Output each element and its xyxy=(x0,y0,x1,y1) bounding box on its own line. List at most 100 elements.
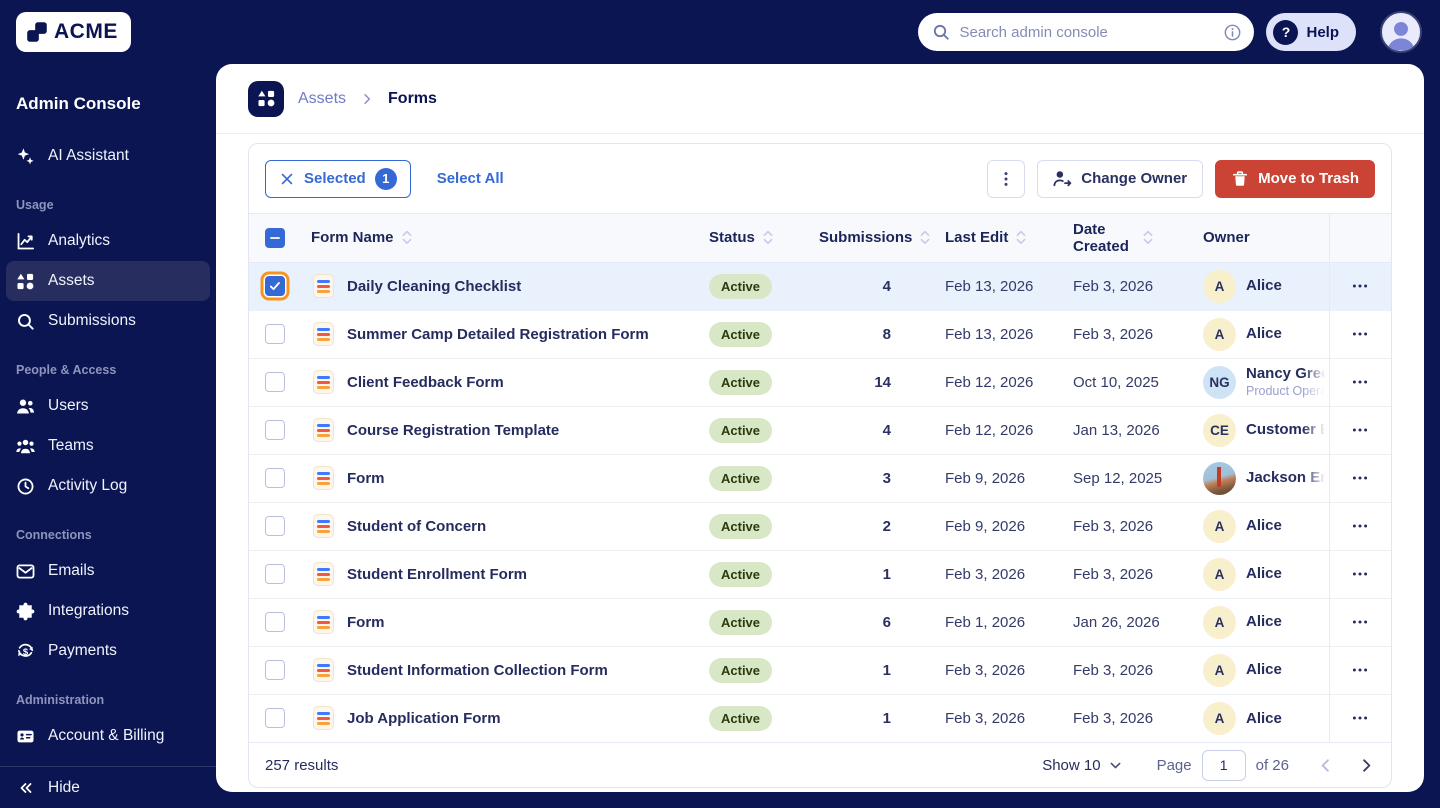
column-header-form-name[interactable]: Form Name xyxy=(311,214,709,263)
row-actions-button[interactable] xyxy=(1346,320,1374,348)
table-row[interactable]: Course Registration Template Active 4 Fe… xyxy=(249,405,1391,454)
row-checkbox[interactable] xyxy=(265,468,285,488)
form-name-link[interactable]: Student Enrollment Form xyxy=(347,566,527,583)
table-row[interactable]: Student of Concern Active 2 Feb 9, 2026 … xyxy=(249,501,1391,550)
previous-page-button[interactable] xyxy=(1317,757,1334,774)
checkbox-cell xyxy=(249,262,311,310)
row-checkbox[interactable] xyxy=(265,612,285,632)
form-name-link[interactable]: Job Application Form xyxy=(347,710,501,727)
table-row[interactable]: Form Active 6 Feb 1, 2026 Jan 26, 2026 A… xyxy=(249,597,1391,646)
form-name-link[interactable]: Summer Camp Detailed Registration Form xyxy=(347,326,649,343)
row-actions-button[interactable] xyxy=(1346,656,1374,684)
show-label: Show 10 xyxy=(1042,756,1101,774)
form-name-link[interactable]: Student of Concern xyxy=(347,518,486,535)
row-actions-button[interactable] xyxy=(1346,464,1374,492)
column-header-owner[interactable]: Owner xyxy=(1203,214,1329,263)
page-size-select[interactable]: Show 10 xyxy=(1042,757,1122,774)
table-row[interactable]: Student Enrollment Form Active 1 Feb 3, … xyxy=(249,549,1391,598)
form-name-cell: Course Registration Template xyxy=(311,405,709,454)
row-checkbox[interactable] xyxy=(265,660,285,680)
form-name-link[interactable]: Student Information Collection Form xyxy=(347,662,608,679)
form-name-cell: Summer Camp Detailed Registration Form xyxy=(311,309,709,358)
row-checkbox[interactable] xyxy=(265,276,285,296)
owner-avatar-photo xyxy=(1203,461,1236,495)
form-icon xyxy=(313,610,334,634)
change-owner-button[interactable]: Change Owner xyxy=(1037,159,1204,198)
form-icon xyxy=(313,466,334,490)
sidebar-item-label: Account & Billing xyxy=(48,727,165,744)
help-button[interactable]: ? Help xyxy=(1266,13,1356,51)
form-name-cell: Form xyxy=(311,453,709,502)
row-actions-button[interactable] xyxy=(1346,560,1374,588)
form-name-link[interactable]: Form xyxy=(347,470,385,487)
status-badge: Active xyxy=(709,465,773,491)
move-to-trash-button[interactable]: Move to Trash xyxy=(1215,159,1375,198)
row-checkbox[interactable] xyxy=(265,420,285,440)
acme-logo[interactable]: ACME xyxy=(16,12,131,52)
content-area: Selected 1 Select All Change Owner Move … xyxy=(216,134,1424,792)
sidebar-item-activity-log[interactable]: Activity Log xyxy=(6,466,210,506)
row-actions-button[interactable] xyxy=(1346,512,1374,540)
form-name-cell: Job Application Form xyxy=(311,693,709,742)
status-badge: Active xyxy=(709,705,773,731)
row-actions-button[interactable] xyxy=(1346,416,1374,444)
actions-cell xyxy=(1328,549,1391,598)
column-header-date-created[interactable]: Date Created xyxy=(1073,214,1203,263)
row-checkbox[interactable] xyxy=(265,564,285,584)
user-avatar[interactable] xyxy=(1380,11,1422,53)
table-row[interactable]: Job Application Form Active 1 Feb 3, 202… xyxy=(249,693,1391,742)
sidebar-item-payments[interactable]: $ Payments xyxy=(6,631,210,671)
next-page-button[interactable] xyxy=(1358,757,1375,774)
form-name-link[interactable]: Form xyxy=(347,614,385,631)
users-icon xyxy=(16,397,35,416)
sidebar-item-emails[interactable]: Emails xyxy=(6,551,210,591)
form-icon xyxy=(313,418,334,442)
status-cell: Active xyxy=(709,357,819,406)
sidebar-item-integrations[interactable]: Integrations xyxy=(6,591,210,631)
breadcrumb-assets-link[interactable]: Assets xyxy=(298,90,346,108)
table-row[interactable]: Summer Camp Detailed Registration Form A… xyxy=(249,309,1391,358)
last-edit-cell: Feb 12, 2026 xyxy=(945,357,1073,406)
sidebar-item-analytics[interactable]: Analytics xyxy=(6,221,210,261)
form-name-link[interactable]: Daily Cleaning Checklist xyxy=(347,278,521,295)
info-icon[interactable] xyxy=(1223,23,1242,42)
date-created-cell: Jan 13, 2026 xyxy=(1073,405,1203,454)
row-actions-button[interactable] xyxy=(1346,608,1374,636)
more-actions-button[interactable] xyxy=(987,159,1026,198)
table-row[interactable]: Student Information Collection Form Acti… xyxy=(249,645,1391,694)
sidebar-item-users[interactable]: Users xyxy=(6,386,210,426)
sidebar-item-account-billing[interactable]: Account & Billing xyxy=(6,716,210,756)
sidebar-item-assets[interactable]: Assets xyxy=(6,261,210,301)
sparkles-icon xyxy=(16,147,35,166)
row-checkbox[interactable] xyxy=(265,372,285,392)
table-row[interactable]: Form Active 3 Feb 9, 2026 Sep 12, 2025 J… xyxy=(249,453,1391,502)
column-header-last-edit[interactable]: Last Edit xyxy=(945,214,1073,263)
column-header-status[interactable]: Status xyxy=(709,214,819,263)
checkbox-cell xyxy=(249,645,311,694)
sidebar-item-ai-assistant[interactable]: AI Assistant xyxy=(6,136,210,176)
table-row[interactable]: Client Feedback Form Active 14 Feb 12, 2… xyxy=(249,357,1391,406)
column-header-submissions[interactable]: Submissions xyxy=(819,214,945,263)
results-count: 257 results xyxy=(265,756,339,774)
row-checkbox[interactable] xyxy=(265,516,285,536)
status-badge: Active xyxy=(709,561,773,587)
form-name-link[interactable]: Course Registration Template xyxy=(347,422,559,439)
select-all-button[interactable]: Select All xyxy=(437,170,504,187)
status-cell: Active xyxy=(709,645,819,694)
search-input[interactable] xyxy=(959,23,1215,41)
table-row[interactable]: Daily Cleaning Checklist Active 4 Feb 13… xyxy=(249,262,1391,310)
page-number-input[interactable] xyxy=(1201,749,1246,781)
row-checkbox[interactable] xyxy=(265,708,285,729)
form-name-link[interactable]: Client Feedback Form xyxy=(347,374,504,391)
sidebar-item-teams[interactable]: Teams xyxy=(6,426,210,466)
clear-selection-button[interactable]: Selected 1 xyxy=(265,159,411,198)
row-actions-button[interactable] xyxy=(1346,704,1374,732)
row-actions-button[interactable] xyxy=(1346,272,1374,300)
sidebar-item-submissions[interactable]: Submissions xyxy=(6,301,210,341)
checkbox-cell xyxy=(249,549,311,598)
row-actions-button[interactable] xyxy=(1346,368,1374,396)
row-checkbox[interactable] xyxy=(265,324,285,344)
hide-sidebar-button[interactable]: Hide xyxy=(6,768,210,808)
select-all-checkbox[interactable] xyxy=(265,227,285,248)
svg-text:$: $ xyxy=(23,646,29,657)
